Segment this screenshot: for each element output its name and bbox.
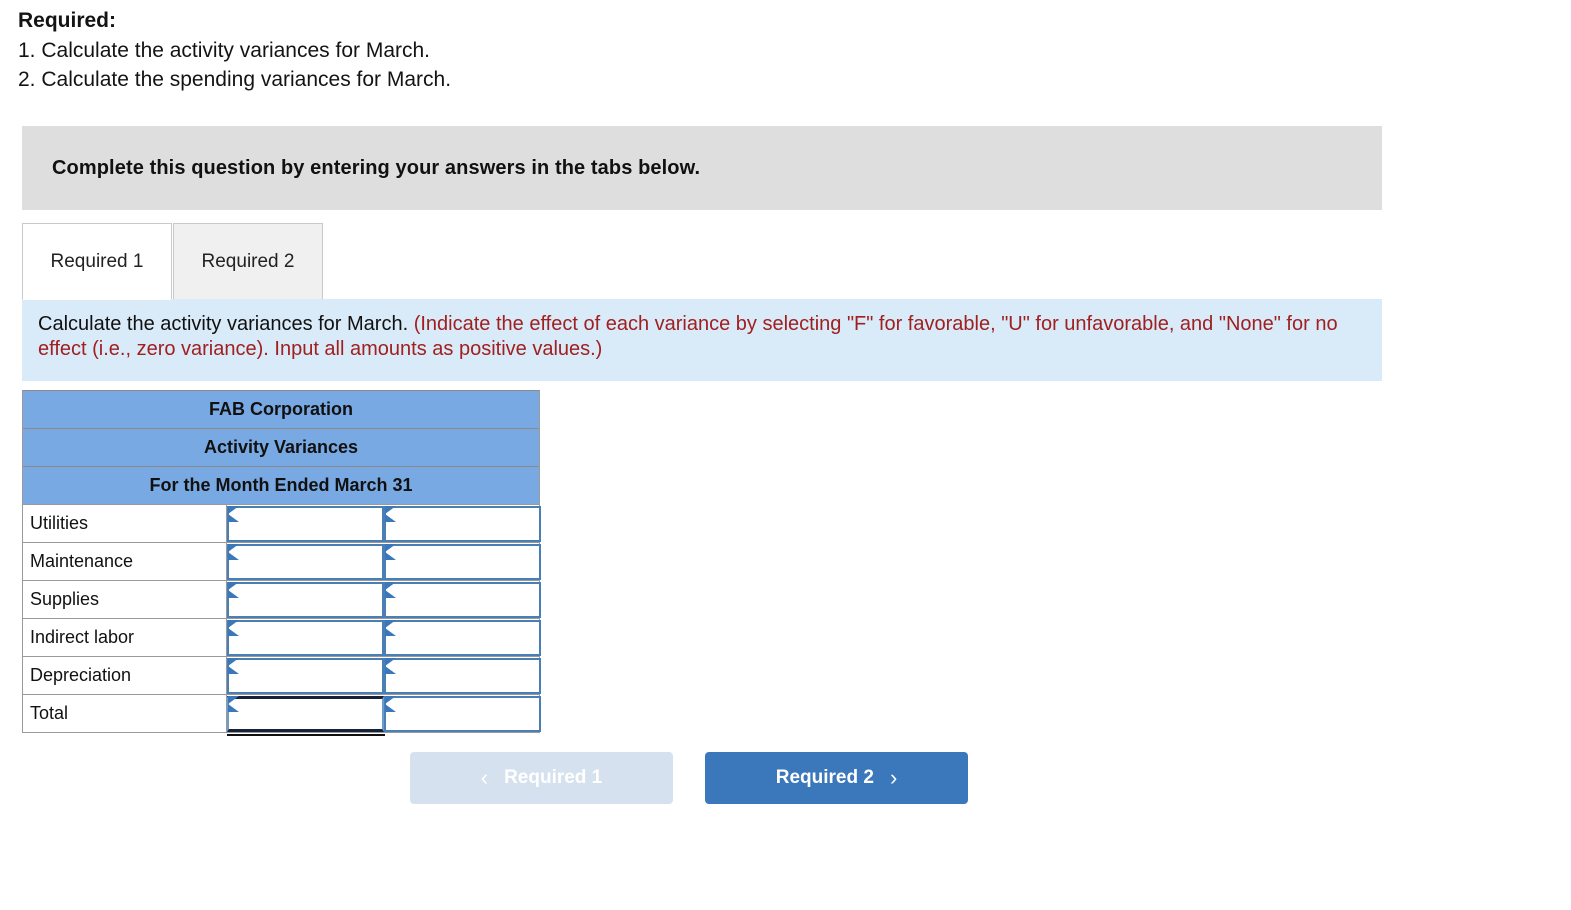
cell-supplies-amount <box>227 581 384 619</box>
input-supplies-effect[interactable] <box>384 582 541 618</box>
instruction-banner: Complete this question by entering your … <box>22 126 1382 210</box>
table-row: Supplies <box>23 580 541 619</box>
cell-depreciation-amount <box>227 657 384 695</box>
required-block: Required: 1. Calculate the activity vari… <box>18 6 1018 94</box>
prev-required-1-label: Required 1 <box>504 767 603 788</box>
row-label-supplies: Supplies <box>23 581 227 618</box>
next-required-2-label: Required 2 <box>775 767 874 788</box>
cell-utilities-effect <box>384 505 541 543</box>
input-total-amount[interactable] <box>227 696 384 732</box>
table-title-company: FAB Corporation <box>23 390 539 428</box>
table-row: Utilities <box>23 504 541 543</box>
tab-required-1[interactable]: Required 1 <box>22 223 172 300</box>
cell-supplies-effect <box>384 581 541 619</box>
required-item-2: 2. Calculate the spending variances for … <box>18 68 452 91</box>
input-total-effect[interactable] <box>384 696 541 732</box>
activity-instruction-main: Calculate the activity variances for Mar… <box>38 313 409 335</box>
tab-required-2-label: Required 2 <box>201 250 295 272</box>
cell-indirect-labor-effect <box>384 619 541 657</box>
navigation-buttons: ‹ Required 1 Required 2 › <box>410 752 968 804</box>
input-maintenance-effect[interactable] <box>384 544 541 580</box>
input-maintenance-amount[interactable] <box>227 544 384 580</box>
row-label-depreciation: Depreciation <box>23 657 227 694</box>
table-title-statement: Activity Variances <box>23 428 539 466</box>
prev-required-1-button[interactable]: ‹ Required 1 <box>410 752 673 804</box>
row-label-total: Total <box>23 695 227 732</box>
cell-depreciation-effect <box>384 657 541 695</box>
table-row: Maintenance <box>23 542 541 581</box>
input-utilities-amount[interactable] <box>227 506 384 542</box>
table-title-period: For the Month Ended March 31 <box>23 466 539 504</box>
page-root: Required: 1. Calculate the activity vari… <box>0 0 1571 910</box>
activity-variances-table: FAB Corporation Activity Variances For t… <box>22 390 541 736</box>
cell-maintenance-amount <box>227 543 384 581</box>
row-label-utilities: Utilities <box>23 505 227 542</box>
tab-required-1-label: Required 1 <box>50 250 144 272</box>
cell-total-effect <box>384 695 541 733</box>
activity-instruction-panel: Calculate the activity variances for Mar… <box>22 299 1382 381</box>
cell-total-amount <box>227 695 384 733</box>
required-item-1: 1. Calculate the activity variances for … <box>18 39 431 62</box>
input-indirect-labor-effect[interactable] <box>384 620 541 656</box>
tab-bar: Required 1 Required 2 <box>22 220 1382 300</box>
cell-maintenance-effect <box>384 543 541 581</box>
page-title: Required: <box>18 9 117 32</box>
row-label-maintenance: Maintenance <box>23 543 227 580</box>
chevron-right-icon: › <box>889 765 898 790</box>
input-depreciation-amount[interactable] <box>227 658 384 694</box>
input-depreciation-effect[interactable] <box>384 658 541 694</box>
input-supplies-amount[interactable] <box>227 582 384 618</box>
chevron-left-icon: ‹ <box>480 765 489 790</box>
input-indirect-labor-amount[interactable] <box>227 620 384 656</box>
table-row: Depreciation <box>23 656 541 695</box>
next-required-2-button[interactable]: Required 2 › <box>705 752 968 804</box>
table-row: Indirect labor <box>23 618 541 657</box>
cell-utilities-amount <box>227 505 384 543</box>
input-utilities-effect[interactable] <box>384 506 541 542</box>
cell-indirect-labor-amount <box>227 619 384 657</box>
total-underline <box>227 734 385 736</box>
row-label-indirect-labor: Indirect labor <box>23 619 227 656</box>
instruction-banner-text: Complete this question by entering your … <box>52 156 701 179</box>
table-row-total: Total <box>23 694 541 736</box>
tab-required-2[interactable]: Required 2 <box>173 223 323 300</box>
